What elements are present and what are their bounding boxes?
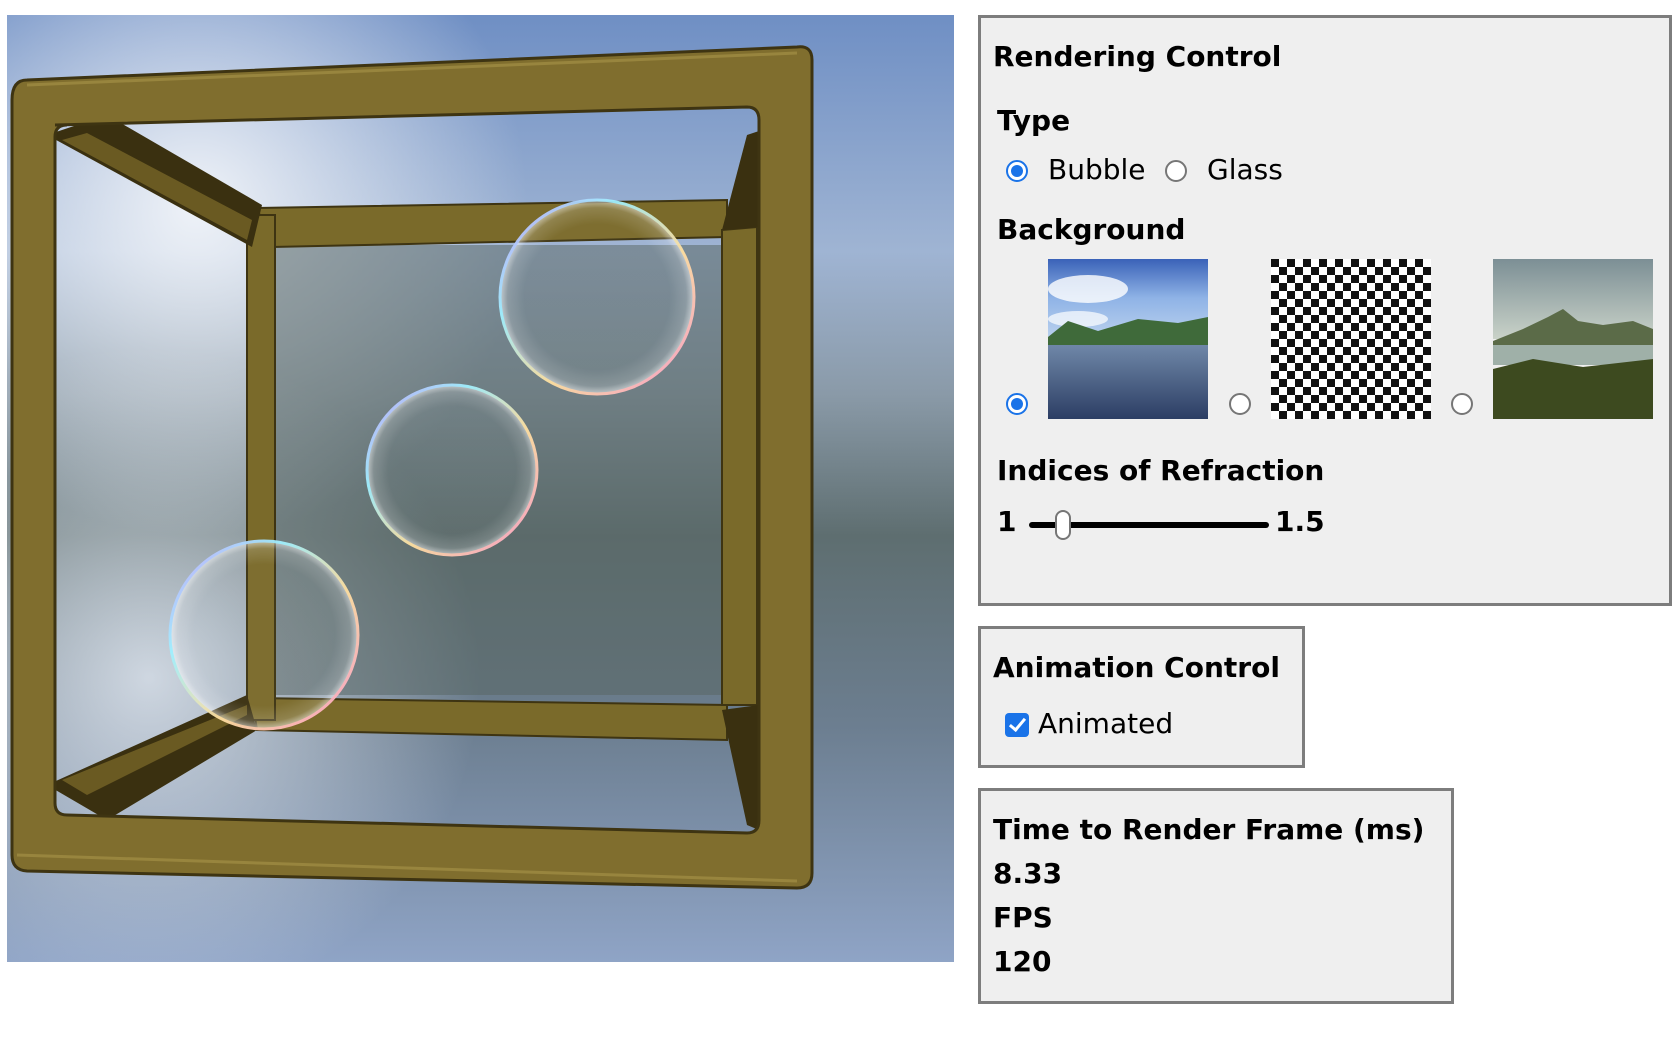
background-radio-checker[interactable] bbox=[1229, 393, 1251, 415]
animated-checkbox[interactable] bbox=[1005, 713, 1029, 737]
render-time-label: Time to Render Frame (ms) bbox=[993, 813, 1425, 846]
stats-panel: Time to Render Frame (ms) 8.33 FPS 120 bbox=[978, 788, 1454, 1004]
type-label: Type bbox=[997, 104, 1071, 137]
scene-illustration bbox=[7, 15, 954, 962]
refraction-min-label: 1 bbox=[997, 505, 1017, 538]
type-option-glass[interactable]: Glass bbox=[1207, 153, 1283, 186]
background-radio-mountains[interactable] bbox=[1451, 393, 1473, 415]
background-thumb-sky[interactable] bbox=[1048, 259, 1208, 419]
render-time-value: 8.33 bbox=[993, 857, 1063, 890]
type-option-bubble[interactable]: Bubble bbox=[1048, 153, 1146, 186]
rendering-control-panel: Rendering Control Type Bubble Glass Back… bbox=[978, 15, 1672, 606]
refraction-max-label: 1.5 bbox=[1275, 505, 1325, 538]
type-radio-glass[interactable] bbox=[1165, 160, 1187, 182]
refraction-slider-thumb[interactable] bbox=[1054, 510, 1071, 540]
background-radio-sky[interactable] bbox=[1006, 393, 1028, 415]
fps-value: 120 bbox=[993, 945, 1052, 978]
animation-control-title: Animation Control bbox=[993, 651, 1280, 684]
background-thumb-checker[interactable] bbox=[1271, 259, 1431, 419]
rendering-control-title: Rendering Control bbox=[993, 40, 1282, 73]
render-canvas[interactable] bbox=[7, 15, 954, 962]
type-radio-bubble[interactable] bbox=[1006, 160, 1028, 182]
animation-control-panel: Animation Control Animated bbox=[978, 626, 1305, 768]
fps-label: FPS bbox=[993, 901, 1053, 934]
background-thumb-mountains[interactable] bbox=[1493, 259, 1653, 419]
animated-label[interactable]: Animated bbox=[1038, 707, 1173, 740]
background-label: Background bbox=[997, 213, 1186, 246]
refraction-label: Indices of Refraction bbox=[997, 454, 1325, 487]
